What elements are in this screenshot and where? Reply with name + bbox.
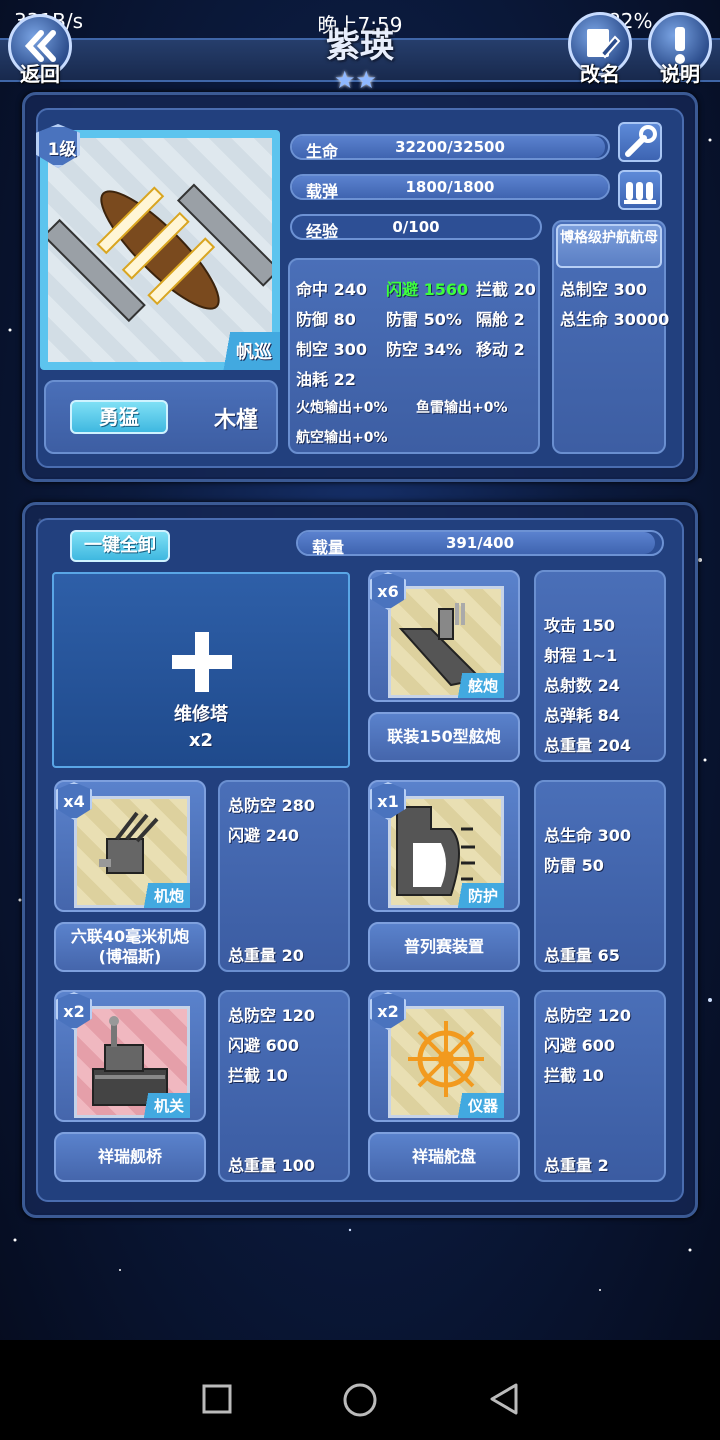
stat-aa-def: 防空 34% [386, 340, 462, 359]
stat-evasion: 闪避 1560 [386, 280, 469, 299]
equip-name-bridge[interactable]: 祥瑞舰桥 [54, 1132, 206, 1182]
equip-name-protection[interactable]: 普列赛装置 [368, 922, 520, 972]
recent-apps-icon[interactable] [202, 1384, 232, 1414]
equip-slot-helm[interactable]: 仪器 x2 [368, 990, 520, 1122]
plus-icon [172, 632, 232, 692]
escort-title[interactable]: 博格级护航航母 [556, 224, 662, 268]
ship-name-label: 木槿 [213, 408, 258, 433]
equip-weight: 总重量 20 [228, 946, 304, 965]
equip-image: 机炮 [74, 796, 190, 908]
rename-label[interactable]: 改名 [568, 58, 632, 87]
equip-stat: 拦截 10 [544, 1066, 604, 1085]
equip-image: 舷炮 [388, 586, 504, 698]
stat-defense: 防御 80 [296, 310, 356, 329]
ship-type-tag: 帆巡 [216, 332, 280, 370]
equip-tag: 防护 [449, 883, 504, 908]
equip-stat: 总重量 204 [544, 736, 631, 755]
equip-name-helm[interactable]: 祥瑞舵盘 [368, 1132, 520, 1182]
system-nav-bar [0, 1340, 720, 1440]
repair-button[interactable] [618, 122, 662, 162]
equip-stat: 闪避 240 [228, 826, 299, 845]
equip-stat: 闪避 600 [228, 1036, 299, 1055]
repair-tower-slot[interactable]: 维修塔 x2 [52, 572, 350, 768]
ammo-bar: 载弹 1800/1800 [290, 174, 610, 201]
equip-slot-autocannon[interactable]: 机炮 x4 [54, 780, 206, 912]
load-value: 391/400 [445, 534, 515, 552]
ship-sprite-icon [42, 183, 281, 323]
stat-gun-output: 火炮输出+0% [296, 400, 388, 416]
equip-tag: 机炮 [135, 883, 190, 908]
equip-weight: 总重量 2 [544, 1156, 609, 1175]
equip-stat: 总射数 24 [544, 676, 620, 695]
stat-torp-output: 鱼雷输出+0% [416, 400, 508, 416]
equip-stat: 闪避 600 [544, 1036, 615, 1055]
equip-image: 机关 [74, 1006, 190, 1118]
stat-torp-def: 防雷 50% [386, 310, 462, 329]
stat-fuel: 油耗 22 [296, 370, 356, 389]
equip-stat: 总生命 300 [544, 826, 631, 845]
exp-value: 0/100 [392, 218, 440, 236]
equip-stats-broadside-gun: 攻击 150 射程 1~1 总射数 24 总弹耗 84 总重量 204 [534, 570, 666, 762]
repair-tower-count: x2 [188, 730, 214, 751]
equip-image: 防护 [388, 796, 504, 908]
equip-stat: 攻击 150 [544, 616, 615, 635]
ship-portrait [42, 138, 281, 362]
repair-tower-name: 维修塔 [174, 704, 228, 725]
equip-stats-protection: 总生命 300 防雷 50 总重量 65 [534, 780, 666, 972]
equip-name-broadside-gun[interactable]: 联装150型舷炮 [368, 712, 520, 762]
equip-stat: 总弹耗 84 [544, 706, 620, 725]
unload-all-button[interactable]: 一键全卸 [70, 530, 170, 562]
wrench-icon [625, 125, 657, 157]
equip-weight: 总重量 65 [544, 946, 620, 965]
home-icon[interactable] [342, 1382, 378, 1418]
equip-stat: 拦截 10 [228, 1066, 288, 1085]
equip-slot-bridge[interactable]: 机关 x2 [54, 990, 206, 1122]
hp-value: 32200/32500 [395, 138, 505, 156]
escort-hp: 总生命 30000 [560, 310, 670, 329]
help-label[interactable]: 说明 [648, 58, 712, 87]
stat-air-control: 制空 300 [296, 340, 367, 359]
equip-stat: 总防空 120 [544, 1006, 631, 1025]
stat-air-output: 航空输出+0% [296, 430, 388, 446]
equip-stats-helm: 总防空 120 闪避 600 拦截 10 总重量 2 [534, 990, 666, 1182]
equip-name-line1: 六联40毫米机炮 [70, 927, 190, 946]
page-title: 紫瑛 [326, 26, 394, 66]
exp-bar: 经验 0/100 [290, 214, 542, 241]
personality-button[interactable]: 勇猛 [70, 400, 168, 434]
hp-bar: 生命 32200/32500 [290, 134, 610, 161]
back-label[interactable]: 返回 [8, 58, 72, 87]
equip-tag: 舷炮 [449, 673, 504, 698]
equip-image: 仪器 [388, 1006, 504, 1118]
equip-name-line2: (博福斯) [98, 947, 162, 966]
ship-portrait-frame[interactable]: 1级 帆巡 [36, 124, 281, 370]
escort-air: 总制空 300 [560, 280, 647, 299]
equip-stat: 射程 1~1 [544, 646, 618, 665]
equip-weight: 总重量 100 [228, 1156, 315, 1175]
equip-slot-protection[interactable]: 防护 x1 [368, 780, 520, 912]
equip-stats-bridge: 总防空 120 闪避 600 拦截 10 总重量 100 [218, 990, 350, 1182]
equip-slot-broadside-gun[interactable]: 舷炮 x6 [368, 570, 520, 702]
resupply-button[interactable] [618, 170, 662, 210]
back-nav-icon[interactable] [488, 1382, 520, 1416]
equip-stat: 总防空 280 [228, 796, 315, 815]
stat-bulkhead: 隔舱 2 [476, 310, 525, 329]
equip-stats-autocannon: 总防空 280 闪避 240 总重量 20 [218, 780, 350, 972]
rarity-stars: ★★ [334, 66, 378, 94]
load-bar: 载量 391/400 [296, 530, 664, 557]
stat-accuracy: 命中 240 [296, 280, 367, 299]
stat-intercept: 拦截 20 [476, 280, 536, 299]
ammo-icon [624, 182, 656, 204]
equip-stat: 防雷 50 [544, 856, 604, 875]
equip-tag: 机关 [135, 1093, 190, 1118]
equip-tag: 仪器 [449, 1093, 504, 1118]
stat-move: 移动 2 [476, 340, 525, 359]
equip-stat: 总防空 120 [228, 1006, 315, 1025]
ammo-value: 1800/1800 [405, 178, 495, 196]
equip-name-autocannon[interactable]: 六联40毫米机炮 (博福斯) [54, 922, 206, 972]
level-label: 1级 [47, 140, 77, 160]
